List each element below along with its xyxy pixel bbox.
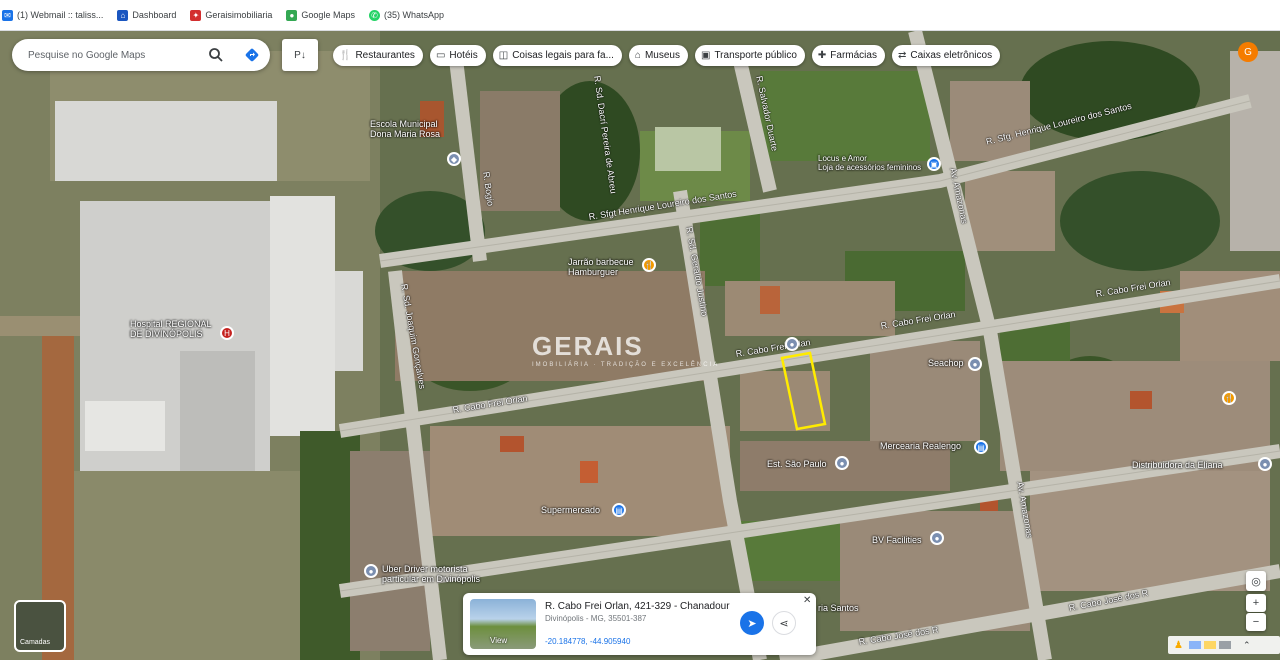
crosshair-icon: ◎	[1251, 575, 1261, 588]
imagery-thumb-icon[interactable]	[1188, 641, 1201, 649]
distribuidora-pin-icon[interactable]: ●	[1258, 457, 1272, 471]
expand-icon[interactable]: ⌃	[1243, 640, 1251, 651]
bookmark-webmail[interactable]: ✉ (1) Webmail :: taliss...	[2, 9, 103, 21]
avatar[interactable]: G	[1238, 42, 1258, 62]
chip-atms[interactable]: ⇄ Caixas eletrônicos	[891, 45, 1001, 66]
google-maps-icon: ●	[286, 9, 298, 21]
bookmark-google-maps[interactable]: ● Google Maps	[286, 9, 355, 21]
directions-icon[interactable]	[244, 47, 260, 63]
search-input[interactable]	[26, 48, 200, 62]
atm-icon: ⇄	[897, 50, 907, 61]
gerais-icon: ✦	[190, 9, 202, 21]
transit-icon: ▣	[700, 50, 711, 61]
restaurant-icon: 🍴	[339, 50, 352, 61]
layers-thumbnail-button[interactable]: Camadas	[14, 600, 66, 652]
bookmark-gerais[interactable]: ✦ Geraisimobiliaria	[190, 9, 272, 21]
place-label-jarrao[interactable]: Jarrão barbecue Hamburguer	[568, 257, 634, 277]
place-label-santos[interactable]: ria Santos	[818, 603, 859, 613]
bookmark-dashboard[interactable]: ⌂ Dashboard	[117, 9, 176, 21]
directions-button[interactable]: ➤	[740, 611, 764, 635]
place-label-seachop[interactable]: Seachop	[928, 358, 964, 368]
place-label-distribuidora[interactable]: Distribuidora da Eliana	[1132, 460, 1223, 470]
close-icon[interactable]: ✕	[803, 595, 811, 606]
location-marker-icon[interactable]: ●	[785, 337, 799, 351]
hotel-icon: ▭	[435, 50, 446, 61]
minus-icon: −	[1252, 616, 1260, 628]
place-card-address: Divinópolis - MG, 35501-387	[545, 614, 647, 623]
share-icon: ⋖	[779, 617, 789, 630]
museum-icon: ⌂	[634, 50, 641, 61]
directions-arrow-icon: ➤	[747, 617, 757, 630]
shopping-pin-icon[interactable]: ▣	[927, 157, 941, 171]
dashboard-icon: ⌂	[117, 9, 129, 21]
map-footer-strip: ♟ ⌃	[1168, 636, 1280, 654]
place-card[interactable]: View R. Cabo Frei Orlan, 421-329 - Chana…	[463, 593, 816, 655]
hospital-pin-icon[interactable]: H	[220, 326, 234, 340]
chip-things-to-do[interactable]: ◫ Coisas legais para fa...	[492, 45, 622, 66]
grocery-pin-icon[interactable]: ▤	[974, 440, 988, 454]
bv-pin-icon[interactable]: ●	[930, 531, 944, 545]
share-button[interactable]: ⋖	[772, 611, 796, 635]
place-label-supermercado[interactable]: Supermercado	[541, 505, 600, 515]
pharmacy-icon: ✚	[817, 50, 827, 61]
place-label-hospital[interactable]: Hospital REGIONAL DE DIVINÓPOLIS	[130, 319, 212, 339]
place-card-coordinates[interactable]: -20.184778, -44.905940	[545, 637, 630, 646]
search-box	[12, 39, 270, 71]
chip-pharmacies[interactable]: ✚ Farmácias	[811, 45, 885, 66]
food-pin-icon[interactable]: 🍴	[1222, 391, 1236, 405]
place-label-uber[interactable]: Uber Driver motorista particular em Divi…	[382, 564, 480, 584]
pegman-icon[interactable]: ♟	[1174, 640, 1183, 651]
place-label-locus[interactable]: Locus e Amor Loja de acessórios feminino…	[818, 154, 921, 172]
category-chips: 🍴 Restaurantes ▭ Hotéis ◫ Coisas legais par…	[333, 45, 1007, 66]
bookmark-whatsapp[interactable]: ✆ (35) WhatsApp	[368, 9, 444, 21]
my-location-button[interactable]: ◎	[1246, 571, 1266, 591]
satellite-map[interactable]: R. Sfgt Henrique Loureiro dos Santos R. …	[0, 31, 1280, 660]
layers-button[interactable]: P↓	[282, 39, 318, 71]
est-pin-icon[interactable]: ●	[835, 456, 849, 470]
place-label-mercearia[interactable]: Mercearia Realengo	[880, 441, 961, 451]
chip-restaurants[interactable]: 🍴 Restaurantes	[333, 45, 423, 66]
webmail-icon: ✉	[2, 9, 13, 21]
uber-pin-icon[interactable]: ●	[364, 564, 378, 578]
imagery-thumb-icon-2[interactable]	[1203, 641, 1216, 649]
chip-transit[interactable]: ▣ Transporte público	[694, 45, 805, 66]
chip-hotels[interactable]: ▭ Hotéis	[429, 45, 486, 66]
place-card-title: R. Cabo Frei Orlan, 421-329 - Chanadour	[545, 601, 730, 612]
place-label-escola[interactable]: Escola Municipal Dona Maria Rosa	[370, 119, 440, 139]
plus-icon: +	[1252, 597, 1260, 609]
imagery-thumb-icon-3[interactable]	[1218, 641, 1231, 649]
watermark: GERAIS IMOBILIÁRIA · TRADIÇÃO E EXCELÊNC…	[532, 331, 720, 368]
whatsapp-icon: ✆	[368, 9, 380, 21]
chip-museums[interactable]: ⌂ Museus	[628, 45, 688, 66]
zoom-out-button[interactable]: −	[1246, 613, 1266, 631]
place-pin-icon[interactable]: ●	[968, 357, 982, 371]
place-label-bv[interactable]: BV Facilities	[872, 535, 922, 545]
search-icon[interactable]	[208, 47, 224, 63]
camera-icon: ◫	[498, 50, 509, 61]
place-label-est[interactable]: Est. São Paulo	[767, 459, 827, 469]
supermarket-pin-icon[interactable]: ▤	[612, 503, 626, 517]
restaurant-pin-icon[interactable]: 🍴	[642, 258, 656, 272]
school-pin-icon[interactable]: ◆	[447, 152, 461, 166]
street-view-thumbnail[interactable]: View	[470, 599, 536, 649]
zoom-in-button[interactable]: +	[1246, 594, 1266, 612]
bookmarks-bar: ✉ (1) Webmail :: taliss... ⌂ Dashboard ✦ Ge…	[0, 0, 1280, 31]
